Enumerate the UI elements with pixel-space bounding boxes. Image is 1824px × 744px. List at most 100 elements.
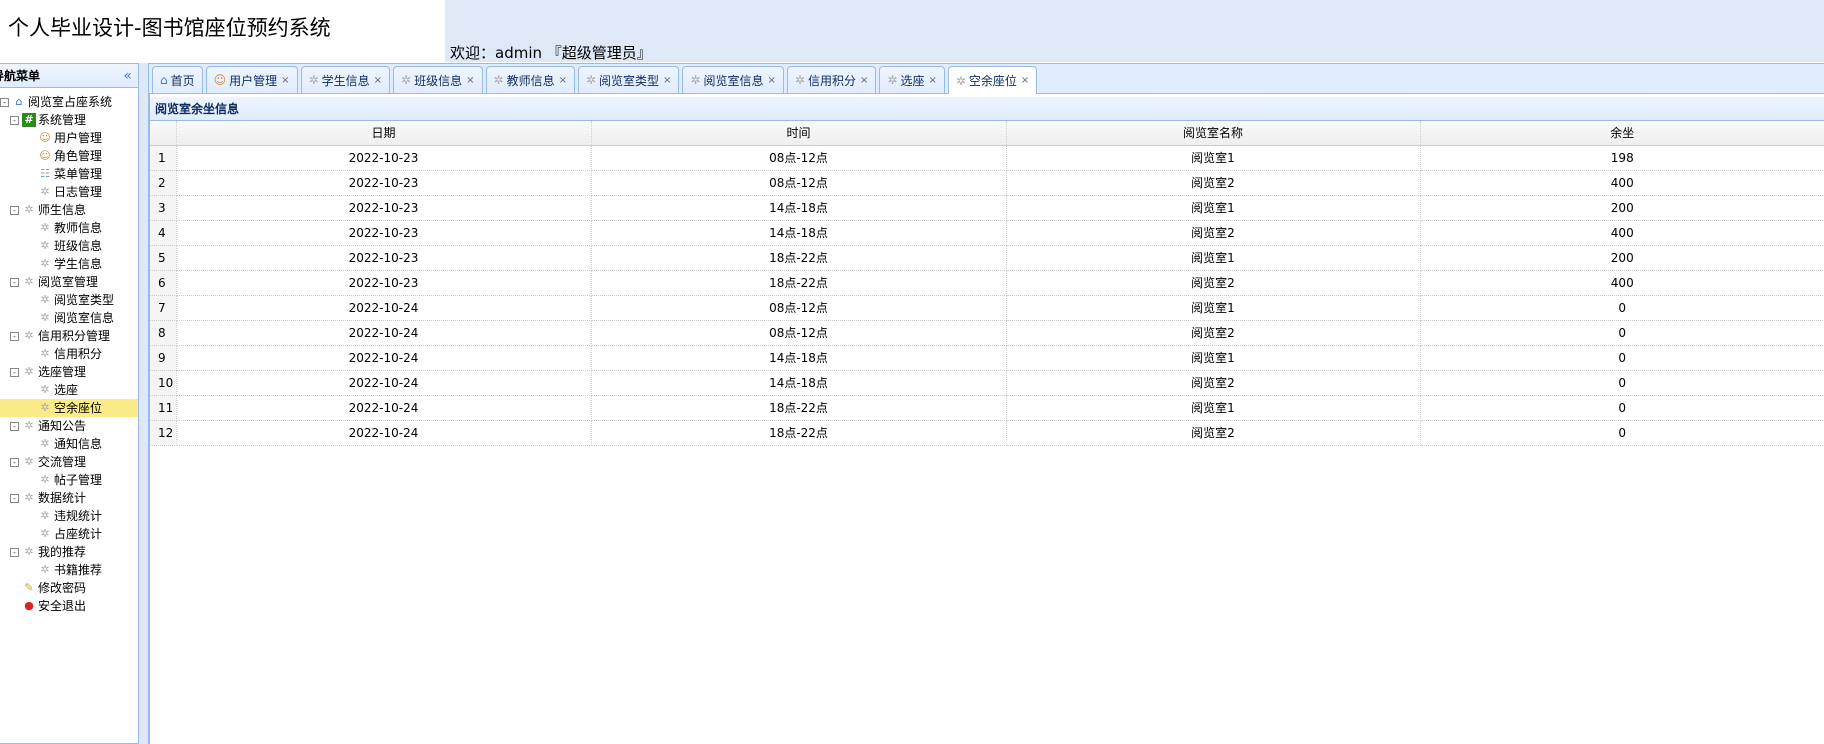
close-icon[interactable]: × (466, 75, 474, 86)
expand-toggle-icon[interactable]: - (10, 115, 19, 125)
sidebar-item[interactable]: ✲ 占座统计 (0, 525, 138, 543)
sidebar-item[interactable]: - ⌂ 阅览室占座系统 (0, 93, 138, 111)
table-cell: 2022-10-23 (176, 170, 592, 196)
column-header[interactable]: 日期 (176, 121, 592, 146)
sidebar-item[interactable]: ✲ 教师信息 (0, 219, 138, 237)
gear-icon: ✲ (24, 491, 34, 504)
column-header[interactable]: 阅览室名称 (1006, 121, 1421, 146)
table-row[interactable]: 8 2022-10-24 08点-12点 阅览室2 0 (150, 320, 1824, 346)
sidebar-item[interactable]: - ✲ 信用积分管理 (0, 327, 138, 345)
tab[interactable]: ✲ 阅览室信息 × (682, 66, 784, 93)
table-row[interactable]: 6 2022-10-23 18点-22点 阅览室2 400 (150, 270, 1824, 296)
sidebar-item[interactable]: - ✲ 通知公告 (0, 417, 138, 435)
table-row[interactable]: 12 2022-10-24 18点-22点 阅览室2 0 (150, 420, 1824, 446)
sidebar-item[interactable]: ✲ 信用积分 (0, 345, 138, 363)
table-cell: 18点-22点 (591, 245, 1007, 271)
collapse-icon[interactable]: « (123, 64, 132, 88)
sidebar-item[interactable]: ✲ 阅览室类型 (0, 291, 138, 309)
sidebar-item[interactable]: ✲ 违规统计 (0, 507, 138, 525)
splitter[interactable] (139, 63, 149, 744)
tab-label: 学生信息 (321, 73, 370, 88)
tab[interactable]: ☺ 用户管理 × (205, 66, 298, 93)
table-cell: 阅览室1 (1006, 145, 1421, 171)
sidebar-item[interactable]: ☷ 菜单管理 (0, 165, 138, 183)
column-header[interactable]: 余坐 (1420, 121, 1824, 146)
tab[interactable]: ✲ 选座 × (879, 66, 945, 93)
sidebar-item[interactable]: ✲ 帖子管理 (0, 471, 138, 489)
table-row[interactable]: 2 2022-10-23 08点-12点 阅览室2 400 (150, 170, 1824, 196)
sidebar-item[interactable]: - # 系统管理 (0, 111, 138, 129)
table-row[interactable]: 7 2022-10-24 08点-12点 阅览室1 0 (150, 295, 1824, 321)
column-header[interactable]: 时间 (591, 121, 1007, 146)
tab[interactable]: ✲ 空余座位 × (947, 66, 1038, 94)
tab[interactable]: ✲ 阅览室类型 × (577, 66, 680, 93)
sidebar-item[interactable]: ✲ 班级信息 (0, 237, 138, 255)
expand-toggle-icon[interactable]: - (10, 457, 19, 467)
table-cell: 08点-12点 (591, 320, 1007, 346)
close-icon[interactable]: × (928, 75, 936, 86)
close-icon[interactable]: × (1021, 75, 1029, 86)
table-cell: 2022-10-24 (176, 395, 592, 421)
close-icon[interactable]: × (663, 75, 671, 86)
gear-icon: ✲ (40, 509, 50, 522)
sidebar-item-label: 阅览室管理 (38, 275, 99, 289)
tab[interactable]: ✲ 学生信息 × (300, 66, 391, 93)
sidebar-item[interactable]: - ✲ 选座管理 (0, 363, 138, 381)
sidebar-item-label: 书籍推荐 (54, 563, 103, 577)
sidebar-item[interactable]: ✎ 修改密码 (0, 579, 138, 597)
table-row[interactable]: 9 2022-10-24 14点-18点 阅览室1 0 (150, 345, 1824, 371)
users-icon: ☺ (39, 149, 51, 162)
expand-toggle-icon[interactable]: - (10, 205, 19, 215)
sidebar-item[interactable]: ☺ 用户管理 (0, 129, 138, 147)
expand-toggle-icon[interactable]: - (10, 493, 19, 503)
table-cell: 2022-10-23 (176, 220, 592, 246)
expand-toggle-icon[interactable]: - (10, 547, 19, 557)
table-row[interactable]: 11 2022-10-24 18点-22点 阅览室1 0 (150, 395, 1824, 421)
sidebar-item[interactable]: - ✲ 阅览室管理 (0, 273, 138, 291)
sidebar-item[interactable]: ✲ 选座 (0, 381, 138, 399)
sidebar-item[interactable]: ✲ 日志管理 (0, 183, 138, 201)
sidebar-item[interactable]: ✲ 空余座位 (0, 399, 138, 417)
tab[interactable]: ✲ 班级信息 × (393, 66, 483, 93)
table-row[interactable]: 10 2022-10-24 14点-18点 阅览室2 0 (150, 370, 1824, 396)
table-row[interactable]: 3 2022-10-23 14点-18点 阅览室1 200 (150, 195, 1824, 221)
close-icon[interactable]: × (281, 75, 289, 86)
close-icon[interactable]: × (559, 75, 567, 86)
table-row[interactable]: 5 2022-10-23 18点-22点 阅览室1 200 (150, 245, 1824, 271)
expand-toggle-icon[interactable]: - (0, 97, 9, 107)
gear-icon: ✲ (40, 347, 50, 360)
expand-toggle-icon[interactable]: - (10, 331, 19, 341)
table-cell: 200 (1420, 245, 1824, 271)
tab-label: 选座 (900, 73, 925, 88)
sidebar-item[interactable]: - ✲ 我的推荐 (0, 543, 138, 561)
expand-toggle-icon[interactable]: - (10, 277, 19, 287)
table-cell: 2022-10-24 (176, 320, 592, 346)
gear-icon: ✲ (40, 473, 50, 486)
table-cell: 18点-22点 (591, 420, 1007, 446)
tab[interactable]: ✲ 教师信息 × (485, 66, 575, 93)
table-cell: 阅览室1 (1006, 245, 1421, 271)
table-cell: 0 (1420, 320, 1824, 346)
sidebar-item[interactable]: - ✲ 交流管理 (0, 453, 138, 471)
tab[interactable]: ✲ 信用积分 × (786, 66, 877, 93)
expand-toggle-icon[interactable]: - (10, 421, 19, 431)
sidebar-item[interactable]: - ✲ 数据统计 (0, 489, 138, 507)
table-row[interactable]: 1 2022-10-23 08点-12点 阅览室1 198 (150, 145, 1824, 171)
table-row[interactable]: 4 2022-10-23 14点-18点 阅览室2 400 (150, 220, 1824, 246)
sidebar-item[interactable]: ✲ 通知信息 (0, 435, 138, 453)
sidebar-item[interactable]: ✲ 书籍推荐 (0, 561, 138, 579)
tab[interactable]: ⌂ 首页 (152, 66, 203, 93)
close-icon[interactable]: × (374, 75, 382, 86)
close-icon[interactable]: × (860, 75, 868, 86)
sidebar-item[interactable]: ☺ 角色管理 (0, 147, 138, 165)
close-icon[interactable]: × (768, 75, 776, 86)
sidebar-item[interactable]: - ✲ 师生信息 (0, 201, 138, 219)
table-cell: 198 (1420, 145, 1824, 171)
user-icon: ☺ (39, 131, 51, 144)
table-cell: 阅览室1 (1006, 395, 1421, 421)
tab-label: 首页 (170, 73, 195, 88)
expand-toggle-icon[interactable]: - (10, 367, 19, 377)
sidebar-item[interactable]: ✲ 学生信息 (0, 255, 138, 273)
sidebar-item[interactable]: ✲ 阅览室信息 (0, 309, 138, 327)
sidebar-item[interactable]: ● 安全退出 (0, 597, 138, 615)
